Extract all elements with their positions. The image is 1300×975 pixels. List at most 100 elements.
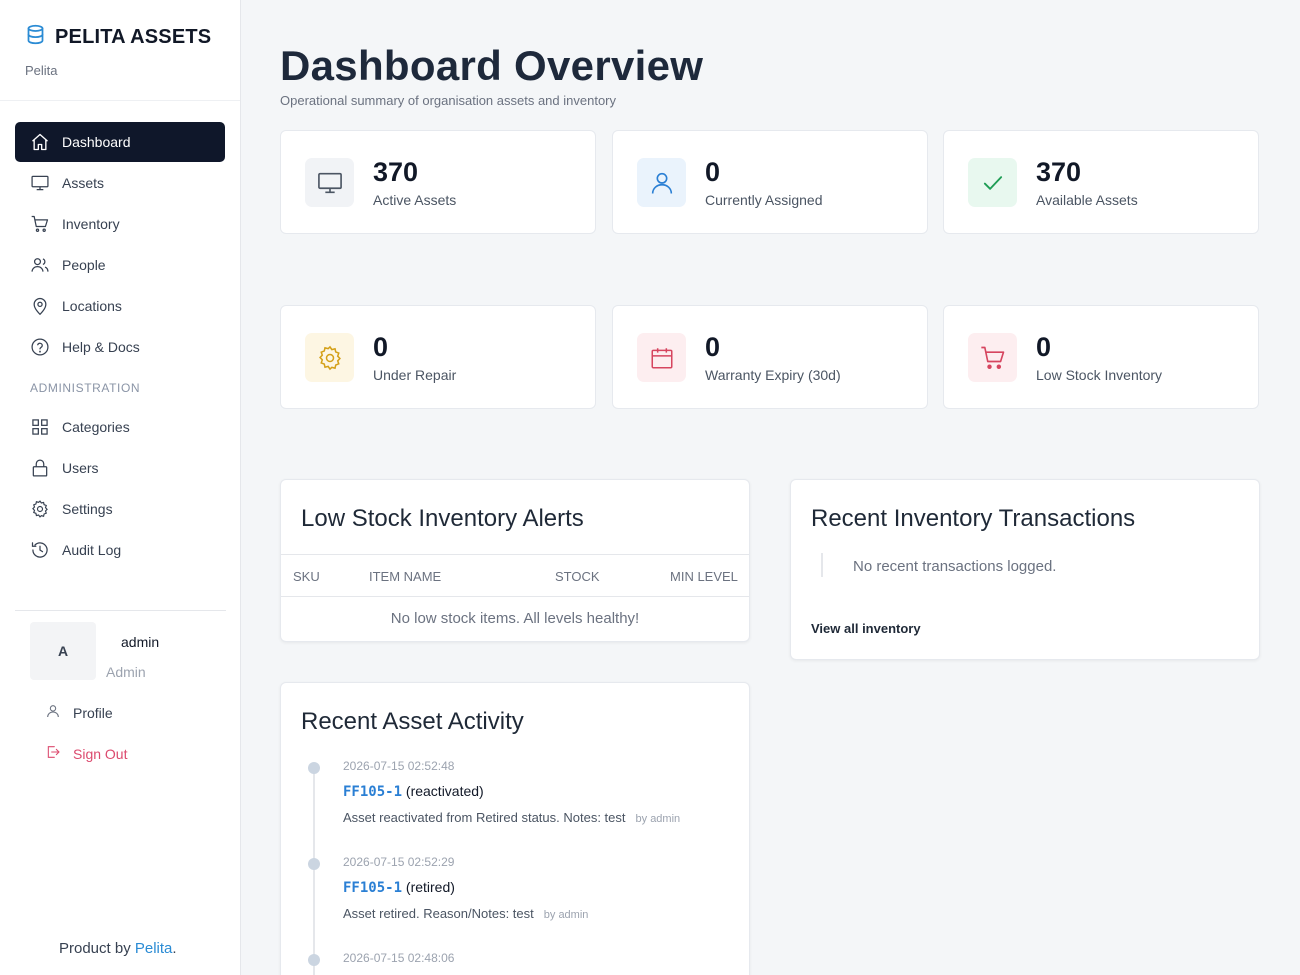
help-circle-icon: [30, 337, 50, 357]
stat-card-available-assets[interactable]: 370 Available Assets: [943, 130, 1259, 234]
stat-value: 0: [1036, 332, 1052, 362]
asset-code-link[interactable]: FF105-1: [343, 880, 402, 896]
history-icon: [30, 540, 50, 560]
sidebar-item-label: Users: [62, 460, 99, 476]
panel-title: Recent Asset Activity: [301, 708, 524, 735]
divider: [15, 610, 226, 611]
column-header-item-name[interactable]: ITEM NAME: [369, 569, 441, 584]
stat-label: Available Assets: [1036, 192, 1138, 208]
gear-icon: [305, 333, 354, 382]
timeline-dot: [308, 762, 320, 774]
sidebar-item-categories[interactable]: Categories: [15, 407, 225, 447]
footer-link[interactable]: Pelita: [135, 940, 173, 957]
footer-credit: Product by Pelita.: [59, 940, 177, 957]
user-name: admin: [121, 634, 160, 650]
sidebar-item-assets[interactable]: Assets: [15, 163, 225, 203]
map-pin-icon: [30, 296, 50, 316]
monitor-icon: [30, 173, 50, 193]
stat-value: 0: [705, 157, 721, 187]
profile-label: Profile: [73, 704, 113, 721]
sidebar-item-label: Categories: [62, 419, 130, 435]
grid-icon: [30, 417, 50, 437]
stat-card-warranty-expiry[interactable]: 0 Warranty Expiry (30d): [612, 305, 928, 409]
activity-time: 2026-07-15 02:48:06: [343, 951, 455, 965]
cart-icon: [968, 333, 1017, 382]
stat-label: Low Stock Inventory: [1036, 367, 1163, 383]
sidebar-item-locations[interactable]: Locations: [15, 286, 225, 326]
lock-icon: [30, 458, 50, 478]
stat-label: Warranty Expiry (30d): [705, 367, 841, 383]
monitor-icon: [305, 158, 354, 207]
sidebar-item-label: People: [62, 257, 106, 273]
stat-card-under-repair[interactable]: 0 Under Repair: [280, 305, 596, 409]
activity-notes: Asset reactivated from Retired status. N…: [343, 810, 626, 825]
sidebar-item-label: Settings: [62, 501, 113, 517]
panel-title: Recent Inventory Transactions: [811, 505, 1136, 532]
sidebar-item-label: Help & Docs: [62, 339, 140, 355]
table-header: SKU ITEM NAME STOCK MIN LEVEL: [281, 554, 749, 597]
home-icon: [30, 132, 50, 152]
footer-suffix: .: [172, 940, 177, 957]
sidebar-item-settings[interactable]: Settings: [15, 489, 225, 529]
cart-icon: [30, 214, 50, 234]
activity-action: (reactivated): [405, 783, 484, 799]
low-stock-panel: Low Stock Inventory Alerts SKU ITEM NAME…: [280, 479, 750, 642]
timeline-dot: [308, 858, 320, 870]
user-role: Admin: [106, 664, 146, 680]
brand-subtitle: Pelita: [25, 63, 58, 78]
stat-card-currently-assigned[interactable]: 0 Currently Assigned: [612, 130, 928, 234]
panel-title: Low Stock Inventory Alerts: [301, 505, 584, 532]
sidebar: PELITA ASSETS Pelita Dashboard Assets In…: [0, 0, 241, 975]
calendar-icon: [637, 333, 686, 382]
user-icon: [637, 158, 686, 207]
page-title: Dashboard Overview: [280, 42, 704, 89]
sidebar-item-help-docs[interactable]: Help & Docs: [15, 327, 225, 367]
stat-value: 0: [705, 332, 721, 362]
footer-prefix: Product by: [59, 940, 135, 957]
check-icon: [968, 158, 1017, 207]
activity-heading: FF105-1 (reactivated): [343, 783, 484, 800]
database-icon: [25, 24, 46, 50]
column-header-stock[interactable]: STOCK: [555, 569, 600, 584]
sidebar-item-users[interactable]: Users: [15, 448, 225, 488]
stat-card-active-assets[interactable]: 370 Active Assets: [280, 130, 596, 234]
sidebar-item-audit-log[interactable]: Audit Log: [15, 530, 225, 570]
activity-action: (retired): [405, 879, 455, 895]
activity-time: 2026-07-15 02:52:29: [343, 855, 455, 869]
activity-description: Asset retired. Reason/Notes: test by admi…: [343, 906, 588, 921]
view-all-inventory-link[interactable]: View all inventory: [811, 621, 921, 636]
stat-label: Under Repair: [373, 367, 457, 383]
people-icon: [30, 255, 50, 275]
logout-icon: [45, 744, 61, 763]
divider: [821, 553, 823, 577]
stat-value: 0: [373, 332, 389, 362]
sidebar-item-dashboard[interactable]: Dashboard: [15, 122, 225, 162]
activity-author: by admin: [543, 909, 589, 921]
stat-card-low-stock[interactable]: 0 Low Stock Inventory: [943, 305, 1259, 409]
page-subtitle: Operational summary of organisation asse…: [280, 93, 617, 108]
sidebar-item-people[interactable]: People: [15, 245, 225, 285]
transactions-panel: Recent Inventory Transactions No recent …: [790, 479, 1260, 660]
gear-icon: [30, 499, 50, 519]
stat-label: Currently Assigned: [705, 192, 823, 208]
activity-time: 2026-07-15 02:52:48: [343, 759, 455, 773]
asset-code-link[interactable]: FF105-1: [343, 784, 402, 800]
stat-value: 370: [1036, 157, 1082, 187]
activity-notes: Asset retired. Reason/Notes: test: [343, 906, 534, 921]
column-header-sku[interactable]: SKU: [293, 569, 320, 584]
nav-section-administration: ADMINISTRATION: [30, 381, 141, 395]
profile-link[interactable]: Profile: [45, 703, 113, 722]
empty-state: No low stock items. All levels healthy!: [390, 610, 640, 627]
sidebar-item-label: Audit Log: [62, 542, 122, 558]
brand[interactable]: PELITA ASSETS: [25, 24, 211, 50]
stat-value: 370: [373, 157, 419, 187]
user-icon: [45, 703, 61, 722]
avatar: A: [30, 622, 96, 680]
stat-label: Active Assets: [373, 192, 457, 208]
sidebar-item-label: Inventory: [62, 216, 120, 232]
sidebar-item-label: Dashboard: [62, 134, 131, 150]
column-header-min-level[interactable]: MIN LEVEL: [670, 569, 738, 584]
sign-out-link[interactable]: Sign Out: [45, 744, 127, 763]
sidebar-item-inventory[interactable]: Inventory: [15, 204, 225, 244]
activity-heading: FF105-1 (retired): [343, 879, 455, 896]
